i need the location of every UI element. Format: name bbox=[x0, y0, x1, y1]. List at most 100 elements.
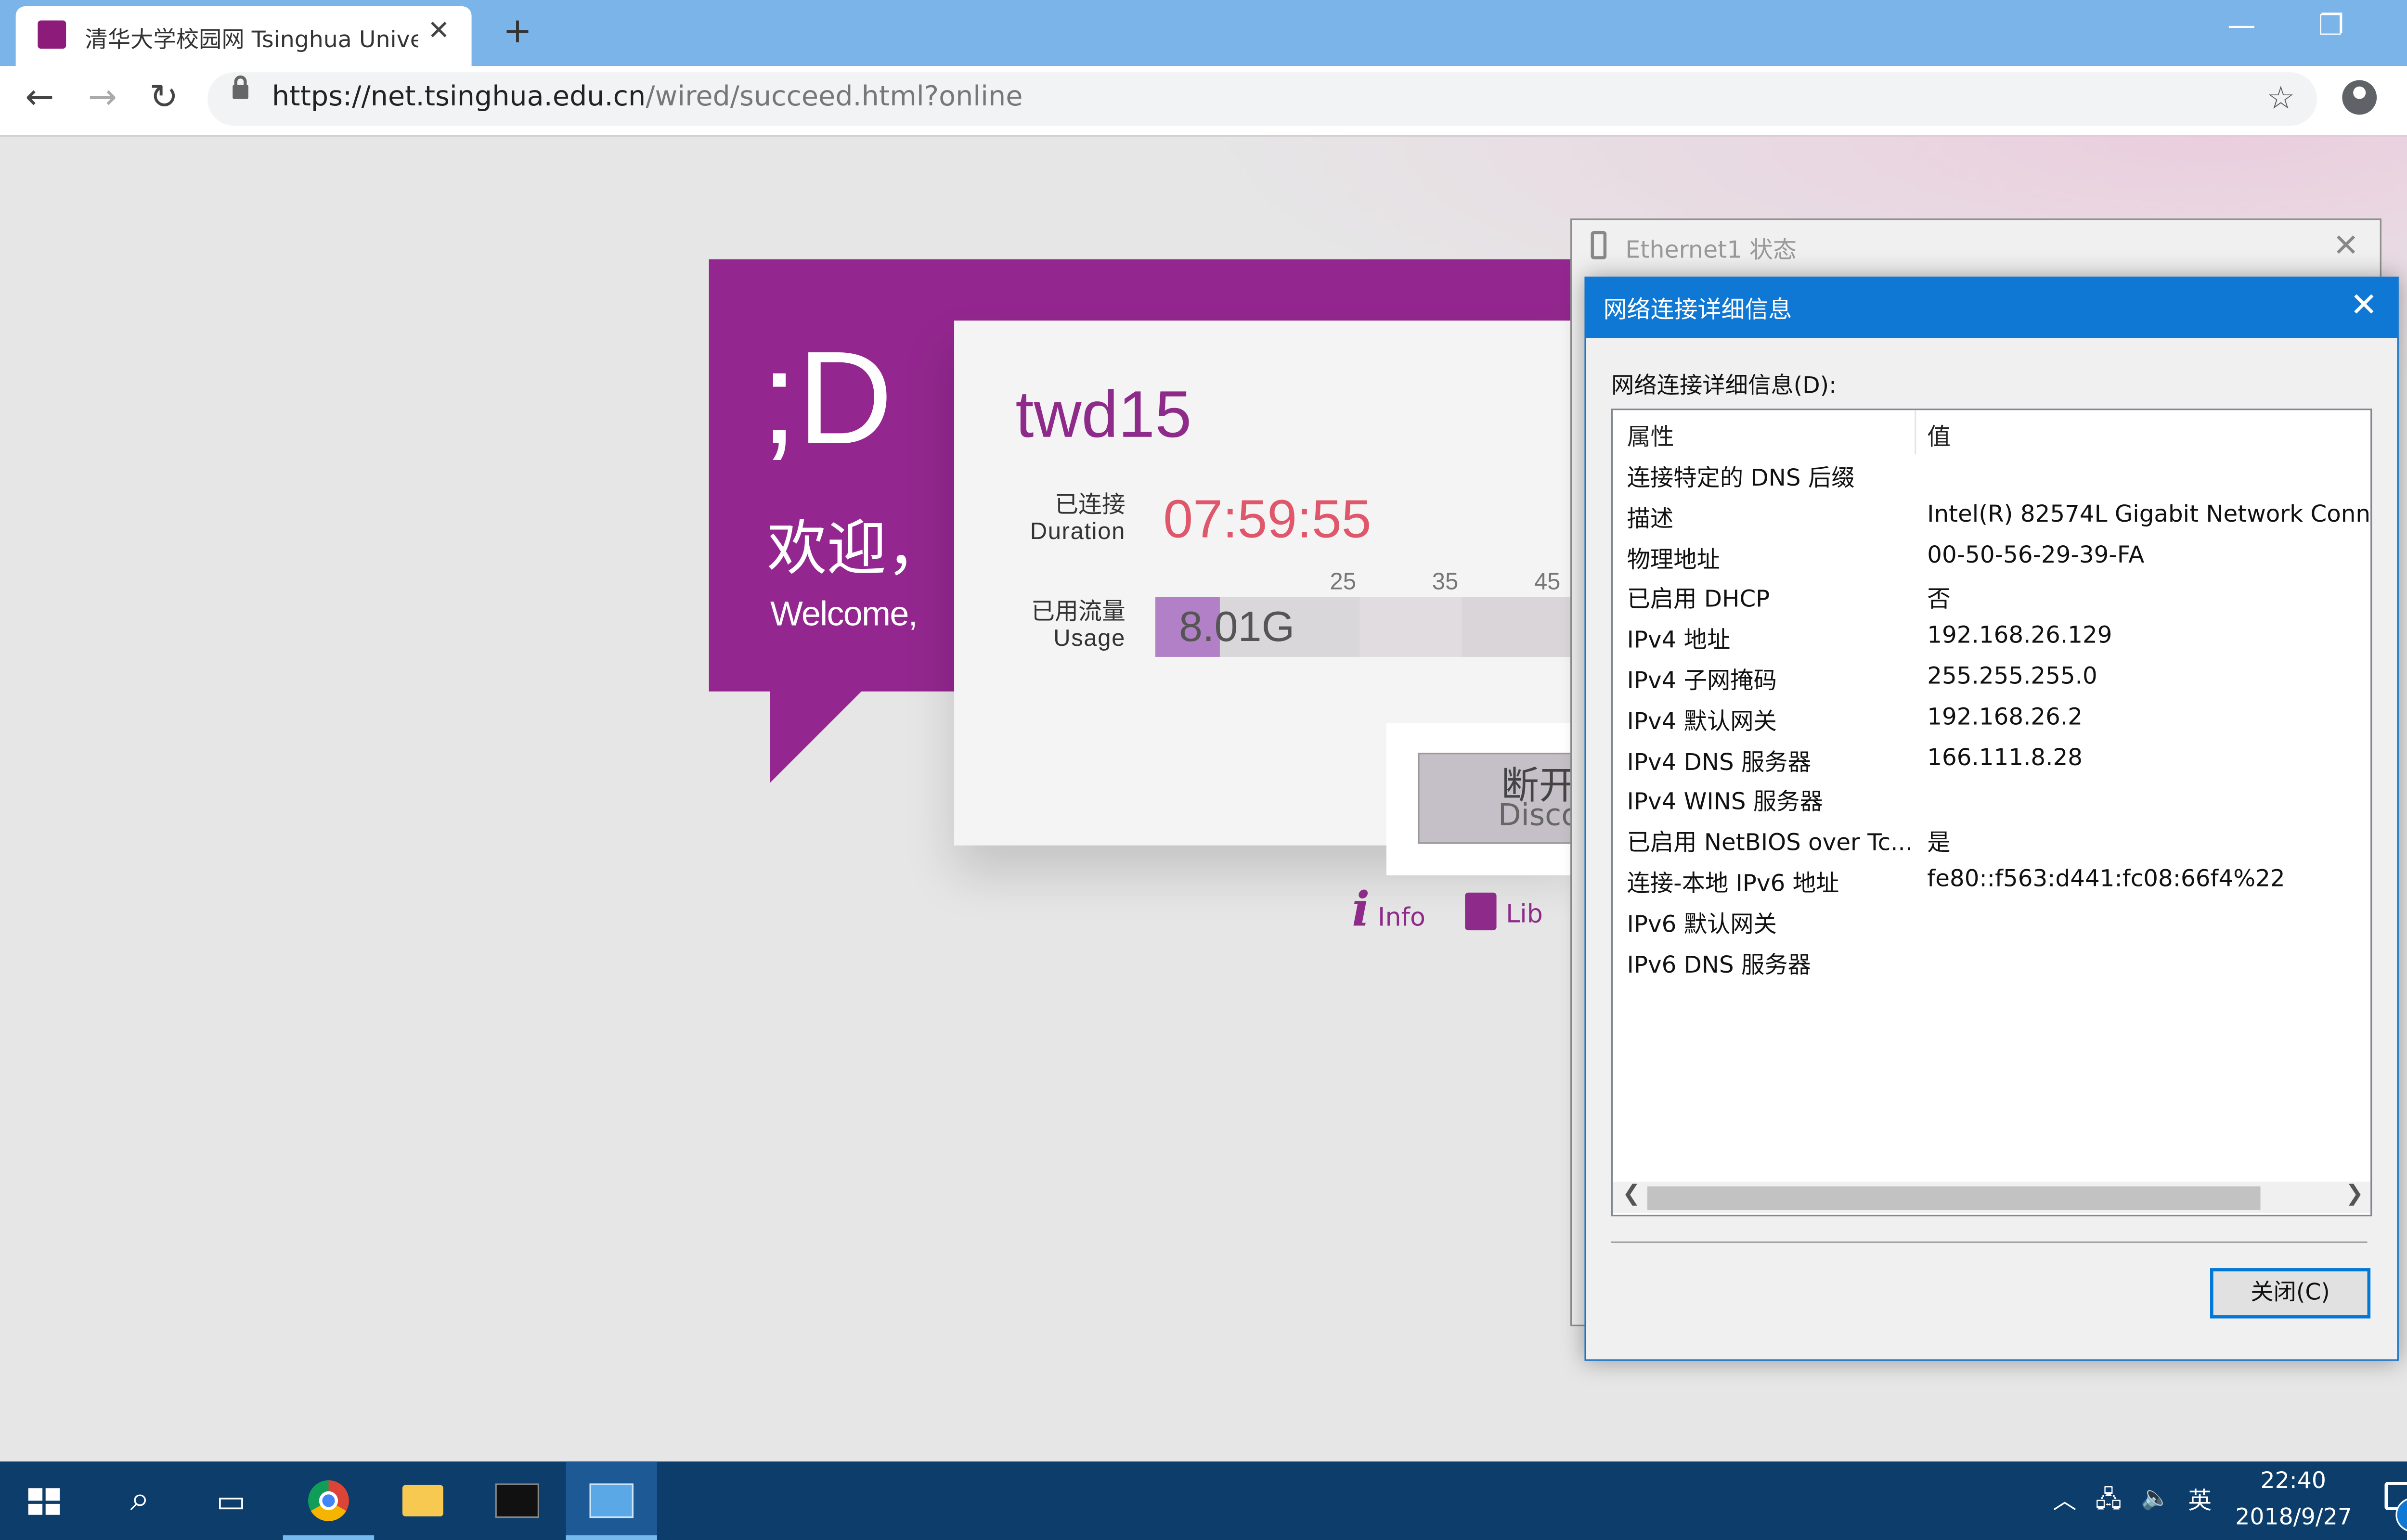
row-property: 已启用 DHCP bbox=[1627, 587, 1770, 614]
welcome-text-en: Welcome, bbox=[770, 594, 918, 633]
row-property: 已启用 NetBIOS over Tc... bbox=[1627, 830, 1910, 857]
table-row[interactable]: 已启用 DHCP 否 bbox=[1613, 582, 2370, 622]
table-row[interactable]: 连接-本地 IPv6 地址 fe80::f563:d441:fc08:66f4%2… bbox=[1613, 866, 2370, 906]
usage-tick-label: 25 bbox=[1330, 569, 1356, 596]
table-row[interactable]: IPv4 地址 192.168.26.129 bbox=[1613, 623, 2370, 663]
row-value: 166.111.8.28 bbox=[1927, 744, 2083, 771]
bookmark-star-icon[interactable]: ☆ bbox=[2267, 78, 2295, 116]
restore-icon[interactable]: ❐ bbox=[2300, 10, 2363, 43]
details-close-icon[interactable]: ✕ bbox=[2350, 286, 2378, 323]
row-value: fe80::f563:d441:fc08:66f4%22 bbox=[1927, 866, 2285, 893]
row-property: 连接特定的 DNS 后缀 bbox=[1627, 465, 1855, 492]
browser-tab-bar: 清华大学校园网 Tsinghua Unive ✕ + — ❐ ✕ bbox=[0, 0, 2407, 66]
table-row[interactable]: IPv6 DNS 服务器 bbox=[1613, 947, 2370, 988]
ime-indicator[interactable]: 英 bbox=[2188, 1483, 2212, 1516]
browser-tab[interactable]: 清华大学校园网 Tsinghua Unive ✕ bbox=[15, 6, 472, 66]
url-text[interactable]: https://net.tsinghua.edu.cn/wired/succee… bbox=[272, 82, 1023, 113]
lock-icon[interactable] bbox=[233, 75, 248, 99]
table-row[interactable]: IPv4 WINS 服务器 bbox=[1613, 785, 2370, 825]
info-link-label: Info bbox=[1378, 902, 1425, 932]
row-value: 192.168.26.2 bbox=[1927, 704, 2083, 731]
row-property: IPv4 地址 bbox=[1627, 627, 1731, 654]
row-property: IPv6 默认网关 bbox=[1627, 911, 1777, 938]
scrollbar-thumb[interactable] bbox=[1647, 1186, 2261, 1210]
details-list-label: 网络连接详细信息(D): bbox=[1611, 374, 1837, 399]
account-icon[interactable] bbox=[2342, 80, 2377, 115]
table-row[interactable]: 物理地址 00-50-56-29-39-FA bbox=[1613, 541, 2370, 582]
close-button[interactable]: 关闭(C) bbox=[2210, 1268, 2371, 1319]
row-value: Intel(R) 82574L Gigabit Network Connec bbox=[1927, 500, 2372, 528]
table-row[interactable]: IPv4 默认网关 192.168.26.2 bbox=[1613, 704, 2370, 744]
task-view-icon[interactable]: ▭ bbox=[185, 1462, 276, 1540]
separator bbox=[1611, 1241, 2368, 1243]
column-divider[interactable] bbox=[1915, 410, 1916, 454]
table-row[interactable]: IPv4 DNS 服务器 166.111.8.28 bbox=[1613, 744, 2370, 784]
column-header-value[interactable]: 值 bbox=[1927, 420, 1951, 453]
ethernet-dialog-title: Ethernet1 状态 bbox=[1625, 235, 1797, 264]
network-connections-icon bbox=[589, 1483, 634, 1518]
folder-icon bbox=[402, 1485, 443, 1517]
new-tab-icon[interactable]: + bbox=[503, 13, 532, 52]
row-property: 描述 bbox=[1627, 505, 1674, 533]
table-row[interactable]: 描述 Intel(R) 82574L Gigabit Network Connec bbox=[1613, 501, 2370, 541]
details-listview[interactable]: 属性 值 连接特定的 DNS 后缀 描述 Intel(R) 82574L Gigab… bbox=[1611, 408, 2372, 1217]
usage-label-en: Usage bbox=[1053, 625, 1126, 653]
usage-bar-segment bbox=[1462, 597, 1572, 657]
info-icon: i bbox=[1352, 883, 1370, 938]
usage-tick-label: 35 bbox=[1432, 569, 1459, 596]
table-row[interactable]: IPv6 默认网关 bbox=[1613, 906, 2370, 947]
row-value: 00-50-56-29-39-FA bbox=[1927, 541, 2145, 568]
ethernet-close-icon[interactable]: ✕ bbox=[2333, 226, 2359, 264]
reload-icon[interactable]: ↻ bbox=[149, 78, 178, 118]
table-row[interactable]: 已启用 NetBIOS over Tc... 是 bbox=[1613, 825, 2370, 866]
column-header-property[interactable]: 属性 bbox=[1627, 420, 1674, 453]
smiley-text: ;D bbox=[761, 323, 893, 472]
horizontal-scrollbar[interactable]: ❮ ❯ bbox=[1613, 1181, 2371, 1213]
tsinghua-favicon-icon bbox=[38, 20, 66, 49]
minimize-icon[interactable]: — bbox=[2210, 10, 2273, 43]
scroll-right-icon[interactable]: ❯ bbox=[2345, 1182, 2364, 1207]
usage-tick-label: 45 bbox=[1534, 569, 1561, 596]
network-adapter-icon bbox=[1591, 231, 1607, 259]
windows-logo-icon bbox=[28, 1488, 63, 1516]
chrome-icon bbox=[308, 1480, 349, 1521]
row-value: 192.168.26.129 bbox=[1927, 622, 2112, 650]
row-value: 255.255.255.0 bbox=[1927, 663, 2097, 690]
taskbar: ⌕ ▭ bbox=[0, 1461, 2407, 1540]
row-property: IPv6 DNS 服务器 bbox=[1627, 951, 1812, 978]
table-row[interactable]: 连接特定的 DNS 后缀 bbox=[1613, 461, 2370, 501]
browser-toolbar: ← → ↻ https://net.tsinghua.edu.cn/wired/… bbox=[0, 66, 2407, 137]
row-value: 否 bbox=[1927, 587, 1951, 614]
cmd-icon bbox=[495, 1483, 540, 1518]
duration-value: 07:59:55 bbox=[1163, 490, 1372, 550]
network-details-dialog: 网络连接详细信息 ✕ 网络连接详细信息(D): 属性 值 连接特定的 DNS 后… bbox=[1584, 276, 2399, 1361]
tab-close-icon[interactable]: ✕ bbox=[427, 16, 450, 47]
url-host: https://net.tsinghua.edu.cn bbox=[272, 81, 646, 114]
volume-icon[interactable]: 🔈 bbox=[2141, 1483, 2170, 1512]
usage-value: 8.01G bbox=[1178, 603, 1295, 651]
scroll-left-icon[interactable]: ❮ bbox=[1622, 1182, 1641, 1207]
welcome-text-cn: 欢迎， bbox=[767, 513, 946, 583]
back-icon[interactable]: ← bbox=[25, 78, 54, 118]
row-value: 是 bbox=[1927, 830, 1951, 857]
tray-overflow-icon[interactable]: ︿ bbox=[2053, 1483, 2076, 1516]
search-icon[interactable]: ⌕ bbox=[94, 1462, 185, 1540]
book-icon bbox=[1465, 892, 1497, 931]
tab-title: 清华大学校园网 Tsinghua Unive bbox=[85, 28, 418, 54]
row-property: IPv4 DNS 服务器 bbox=[1627, 749, 1812, 776]
url-path: /wired/succeed.html?online bbox=[646, 81, 1023, 114]
lib-link-label: Lib bbox=[1506, 898, 1543, 929]
clock-date[interactable]: 2018/9/27 bbox=[2235, 1505, 2352, 1530]
disconnect-label-en: Disco bbox=[1498, 798, 1580, 833]
clock-time[interactable]: 22:40 bbox=[2261, 1469, 2326, 1494]
address-bar[interactable]: https://net.tsinghua.edu.cn/wired/succee… bbox=[207, 72, 2317, 126]
window-close-icon[interactable]: ✕ bbox=[2389, 10, 2407, 43]
start-button[interactable] bbox=[0, 1462, 91, 1540]
row-property: IPv4 默认网关 bbox=[1627, 708, 1777, 735]
info-link[interactable]: i Info bbox=[1352, 883, 1425, 938]
network-tray-icon[interactable]: 🖧 bbox=[2096, 1483, 2122, 1523]
row-property: 连接-本地 IPv6 地址 bbox=[1627, 870, 1839, 898]
row-property: 物理地址 bbox=[1627, 546, 1720, 573]
table-row[interactable]: IPv4 子网掩码 255.255.255.0 bbox=[1613, 663, 2370, 704]
forward-icon[interactable]: → bbox=[88, 78, 117, 118]
